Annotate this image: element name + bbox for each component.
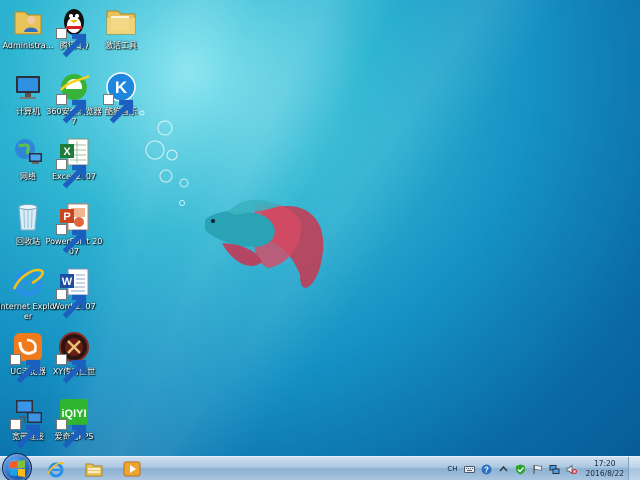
shortcut-arrow-icon <box>56 28 87 58</box>
shortcut-arrow-icon <box>10 419 41 449</box>
svg-text:?: ? <box>484 465 489 474</box>
taskbar-pin-media-player[interactable] <box>114 457 150 480</box>
desktop-icon-kugou[interactable]: K 酷狗音乐 <box>93 70 149 128</box>
clock-time: 17:20 <box>593 459 616 468</box>
desktop-icon-excel[interactable]: X Excel 2007 <box>46 135 102 193</box>
clock-date: 2016/8/22 <box>585 469 624 478</box>
360-browser-icon <box>56 70 91 124</box>
help-icon[interactable]: ? <box>481 457 492 480</box>
user-folder-icon <box>11 4 45 38</box>
internet-explorer-icon <box>11 265 45 299</box>
qq-penguin-icon <box>56 4 91 58</box>
ie-icon <box>47 462 65 478</box>
desktop-icon-powerpoint[interactable]: P PowerPoint 2007 <box>46 200 102 258</box>
recycle-bin-icon <box>11 200 45 234</box>
betta-fish <box>205 199 324 288</box>
language-indicator[interactable]: CH <box>447 465 457 473</box>
explorer-folder-icon <box>85 463 103 477</box>
uc-browser-icon <box>10 330 45 384</box>
system-tray: CH ? 17:20 2016/8/22 <box>447 457 640 480</box>
word-icon: W <box>56 265 91 319</box>
volume-muted-icon[interactable] <box>566 457 577 480</box>
action-center-flag-icon[interactable] <box>532 457 543 480</box>
svg-text:W: W <box>62 276 73 288</box>
network-icon[interactable] <box>549 457 560 480</box>
windows-start-icon <box>10 460 25 477</box>
shortcut-arrow-icon <box>56 94 87 124</box>
taskbar: CH ? 17:20 2016/8/22 <box>0 453 640 480</box>
desktop-icon-label: 激活工具 <box>105 41 137 50</box>
taskbar-pin-internet-explorer[interactable] <box>38 457 74 480</box>
shortcut-arrow-icon <box>56 354 87 384</box>
taskbar-pin-windows-explorer[interactable] <box>76 457 112 480</box>
show-hidden-icons-arrow[interactable] <box>498 457 509 480</box>
security-shield-icon[interactable] <box>515 457 526 480</box>
svg-text:P: P <box>63 211 70 223</box>
desktop-icon-activation-tool[interactable]: 激活工具 <box>93 4 149 62</box>
iqiyi-icon: iQIYI <box>56 395 91 449</box>
powerpoint-icon: P <box>56 200 91 254</box>
shortcut-arrow-icon <box>56 289 87 319</box>
shortcut-arrow-icon <box>56 224 87 254</box>
network-globe-icon <box>11 135 45 169</box>
media-player-icon <box>123 461 141 477</box>
xy-game-icon <box>56 330 91 384</box>
excel-icon: X <box>56 135 91 189</box>
shortcut-arrow-icon <box>10 354 41 384</box>
desktop-icon-word[interactable]: W Word 2007 <box>46 265 102 323</box>
kugou-music-icon: K <box>103 70 138 124</box>
shortcut-arrow-icon <box>56 419 87 449</box>
start-button[interactable] <box>2 453 32 480</box>
clock[interactable]: 17:20 2016/8/22 <box>586 459 624 479</box>
shortcut-arrow-icon <box>56 159 87 189</box>
show-desktop-button[interactable] <box>628 457 640 480</box>
computer-icon <box>11 70 45 104</box>
broadband-connection-icon <box>10 395 45 449</box>
svg-text:X: X <box>63 146 71 158</box>
folder-icon <box>104 4 138 38</box>
shortcut-arrow-icon <box>103 94 134 124</box>
keyboard-icon[interactable] <box>463 457 475 480</box>
desktop-icon-xy-game[interactable]: XY传奇盛世 <box>46 330 102 388</box>
desktop-icon-iqiyi[interactable]: iQIYI 爱奇艺PPS <box>46 395 102 453</box>
